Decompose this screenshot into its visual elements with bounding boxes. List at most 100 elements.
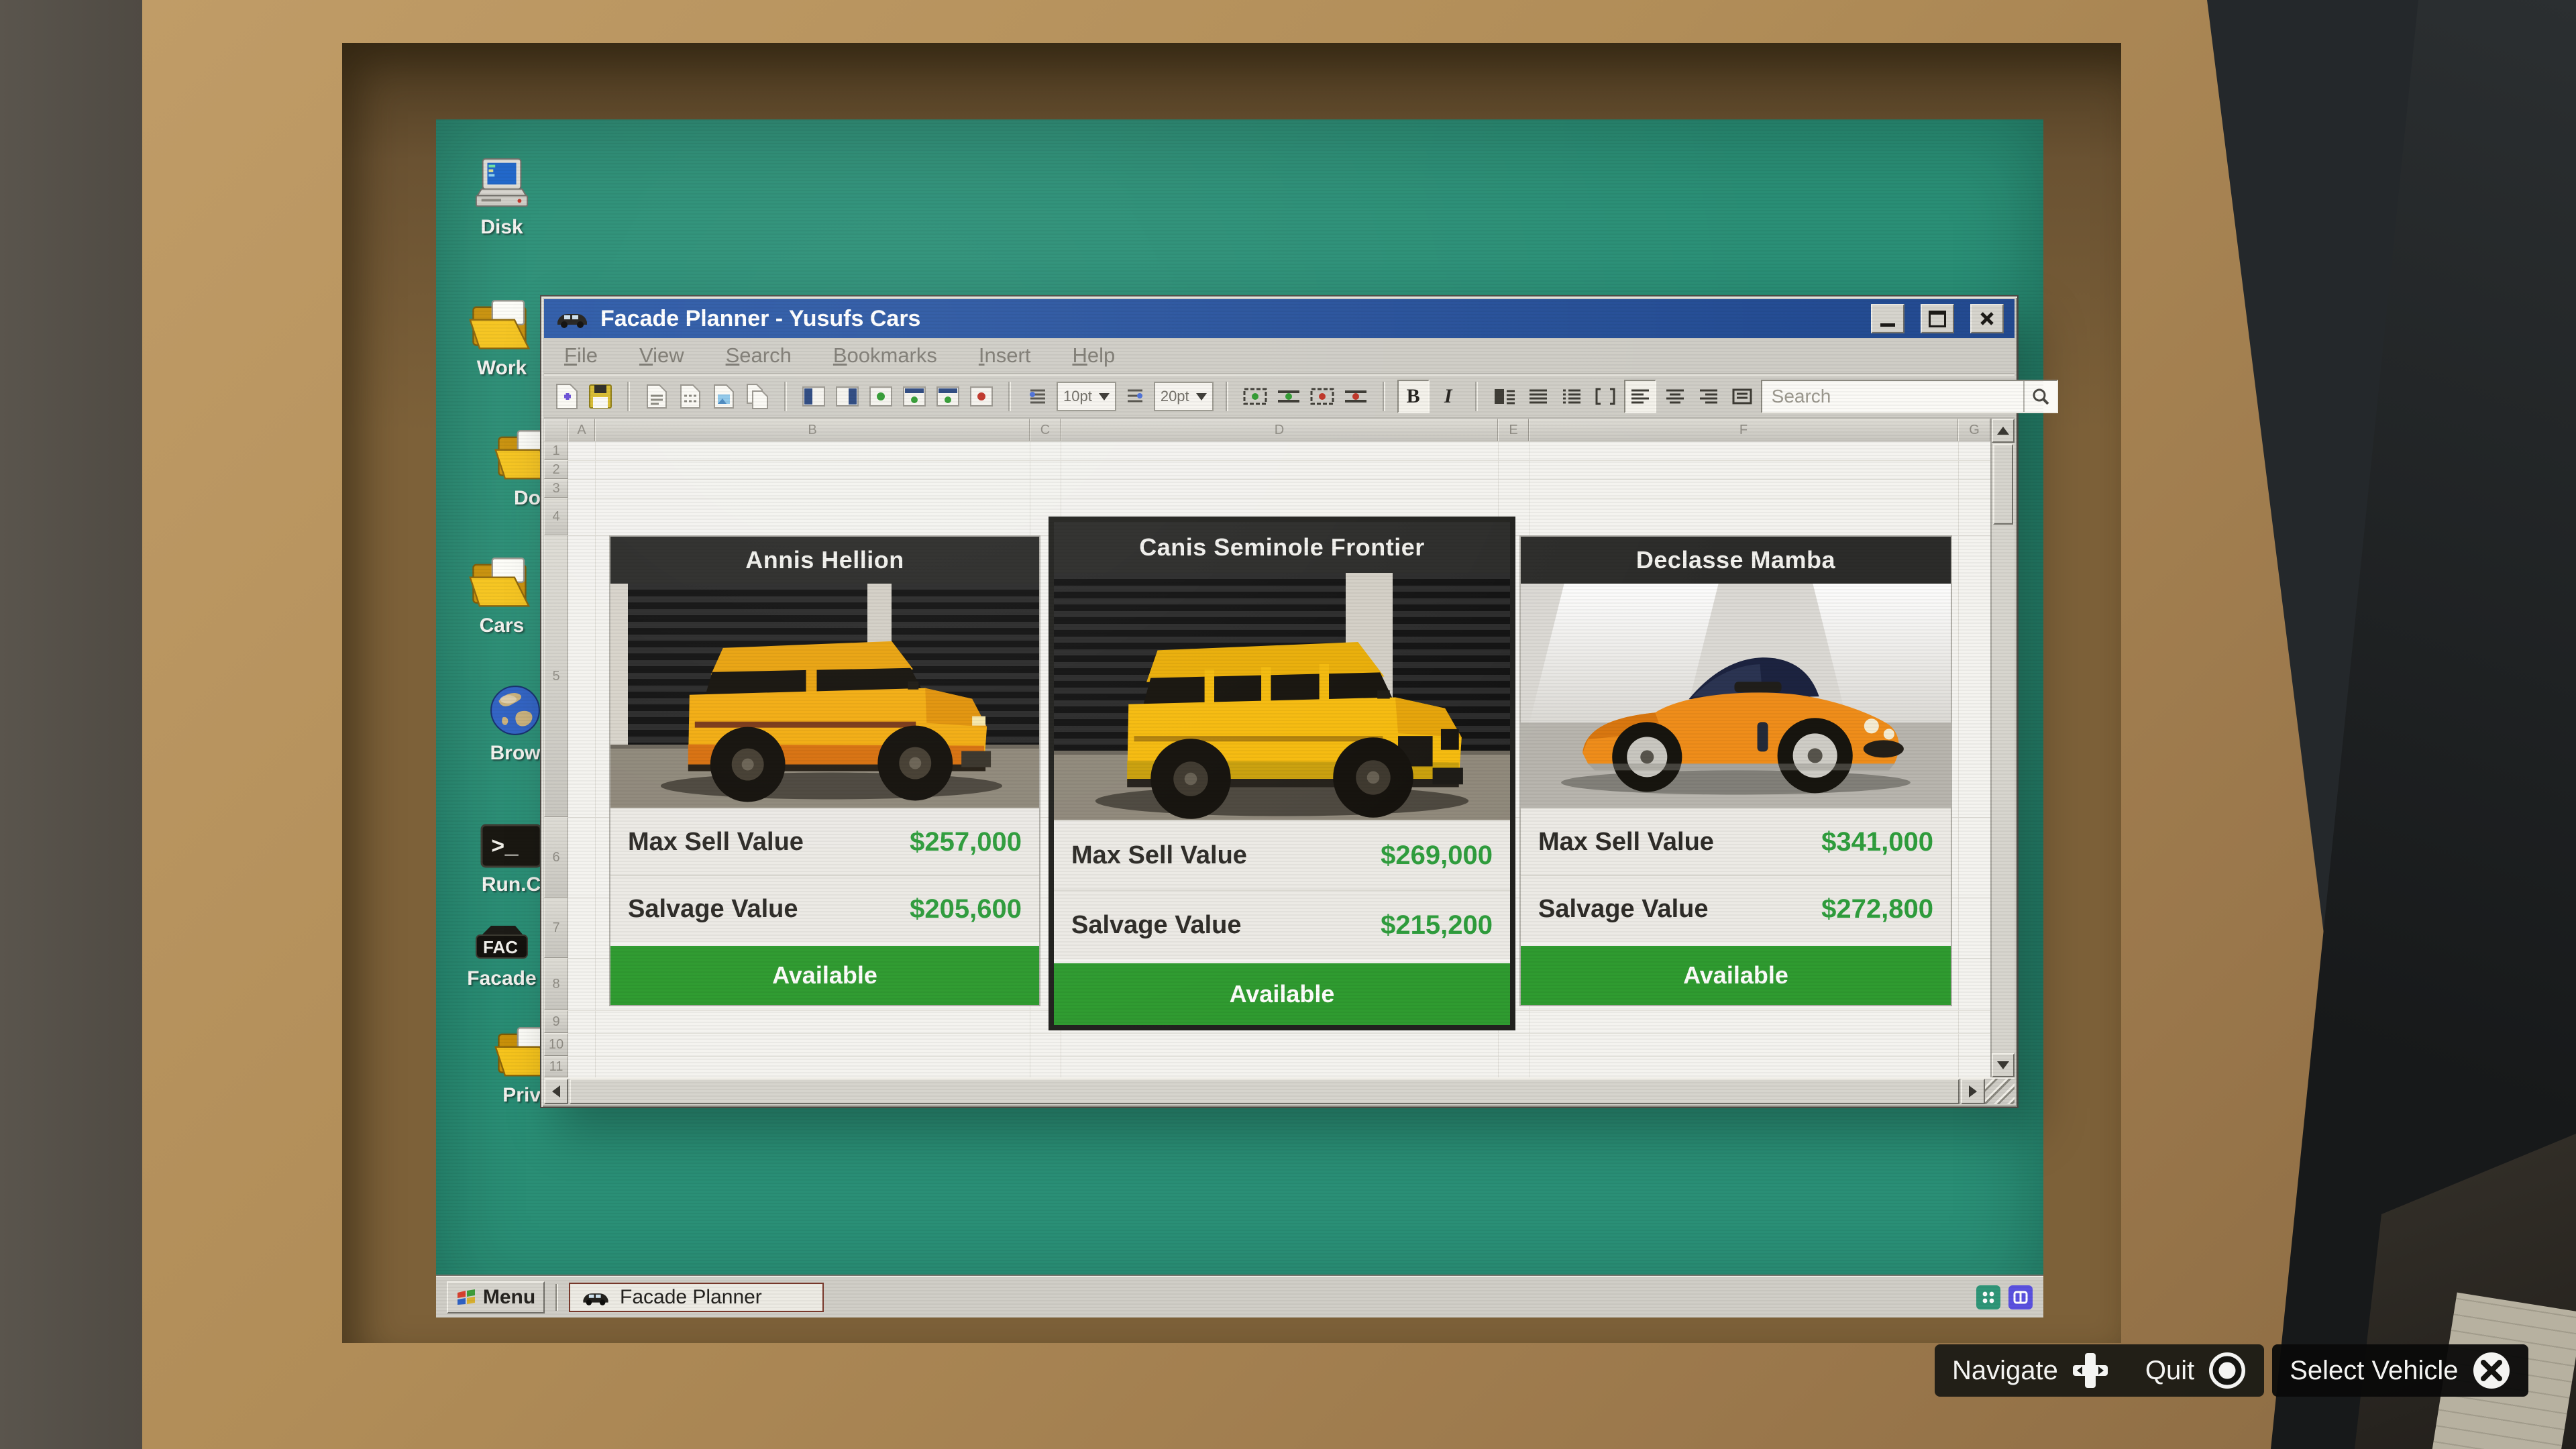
window-close-icon[interactable]: [967, 381, 996, 412]
column-header[interactable]: G: [1958, 419, 1990, 441]
delete-column-icon[interactable]: [1341, 381, 1371, 412]
tray-status-icon[interactable]: [1976, 1285, 2000, 1309]
availability-button[interactable]: Available: [1521, 946, 1951, 1005]
menu-bar: File View Search Bookmarks Insert Help: [544, 338, 2015, 374]
column-header[interactable]: A: [568, 419, 595, 441]
save-icon[interactable]: [586, 381, 615, 412]
vertical-scroll-thumb[interactable]: [1993, 444, 2013, 525]
close-button[interactable]: [1970, 304, 2004, 333]
row-header[interactable]: 7: [544, 898, 568, 958]
align-center-icon[interactable]: [1660, 381, 1690, 412]
column-header[interactable]: E: [1498, 419, 1529, 441]
italic-label: I: [1444, 385, 1452, 407]
align-right-icon[interactable]: [1694, 381, 1723, 412]
desktop-icon-label: Facade: [467, 967, 537, 989]
taskbar-task-facade-planner[interactable]: Facade Planner: [569, 1283, 824, 1312]
menu-item-help[interactable]: Help: [1072, 343, 1115, 368]
max-sell-row: Max Sell Value $269,000: [1054, 820, 1510, 890]
italic-button[interactable]: I: [1434, 381, 1463, 412]
image-document-icon[interactable]: [709, 381, 739, 412]
copy-icon[interactable]: [743, 381, 772, 412]
row-header[interactable]: 10: [544, 1033, 568, 1056]
vehicle-illustration: [1095, 642, 1469, 819]
vehicle-card-canis-seminole-frontier[interactable]: Canis Seminole Frontier Max Sell Value $…: [1049, 517, 1515, 1030]
row-header[interactable]: 6: [544, 817, 568, 898]
row-header[interactable]: 11: [544, 1056, 568, 1077]
desktop-icon-work[interactable]: Work: [460, 294, 543, 380]
desktop-icon-label: Cars: [479, 614, 525, 637]
column-header[interactable]: C: [1030, 419, 1061, 441]
row-header[interactable]: 4: [544, 498, 568, 535]
menu-item-search[interactable]: Search: [726, 343, 792, 368]
column-header[interactable]: F: [1529, 419, 1958, 441]
vehicle-card-annis-hellion[interactable]: Annis Hellion Max Sell Value $257,000 Sa…: [609, 535, 1040, 1006]
row-header[interactable]: 5: [544, 535, 568, 817]
text-document-icon[interactable]: [642, 381, 672, 412]
vehicle-card-declasse-mamba[interactable]: Declasse Mamba Max Sell Value $341,000 S…: [1519, 535, 1952, 1006]
search-button[interactable]: [2023, 381, 2057, 412]
availability-button[interactable]: Available: [1054, 963, 1510, 1025]
salvage-label: Salvage Value: [1071, 910, 1242, 939]
window-add-icon[interactable]: [933, 381, 963, 412]
corner-cell[interactable]: [544, 419, 568, 441]
title-bar[interactable]: Facade Planner - Yusufs Cars: [544, 299, 2015, 338]
spreadsheet[interactable]: 1 2 3 4 5 6 7 8 9 10 11 Annis Hellion Ma…: [544, 441, 1990, 1077]
brackets-icon[interactable]: [1591, 381, 1620, 412]
window-new-icon[interactable]: [866, 381, 896, 412]
vertical-scrollbar[interactable]: [1990, 419, 2015, 1077]
new-document-icon[interactable]: [552, 381, 582, 412]
column-header[interactable]: D: [1061, 419, 1498, 441]
tray-display-icon[interactable]: [2008, 1285, 2033, 1309]
column-header[interactable]: B: [595, 419, 1030, 441]
block-list-icon[interactable]: [1490, 381, 1519, 412]
maximize-button[interactable]: [1921, 304, 1954, 333]
menu-item-bookmarks[interactable]: Bookmarks: [833, 343, 937, 368]
horizontal-scrollbar[interactable]: [544, 1077, 2015, 1104]
delete-row-icon[interactable]: [1307, 381, 1337, 412]
numbered-list-icon[interactable]: [1557, 381, 1587, 412]
desktop-icon-facade[interactable]: Facade: [460, 904, 543, 990]
resize-grip[interactable]: [1985, 1079, 2015, 1104]
menu-item-insert[interactable]: Insert: [979, 343, 1031, 368]
close-icon: [1980, 312, 1994, 325]
insert-row-icon[interactable]: [1240, 381, 1270, 412]
vehicle-name: Declasse Mamba: [1521, 537, 1951, 584]
insert-column-icon[interactable]: [1274, 381, 1303, 412]
desktop-icon-cars[interactable]: Cars: [460, 551, 543, 637]
row-header[interactable]: 8: [544, 958, 568, 1010]
salvage-row: Salvage Value $205,600: [610, 875, 1039, 942]
toolbar-separator: [784, 382, 787, 411]
row-header[interactable]: 9: [544, 1010, 568, 1033]
scroll-left-button[interactable]: [544, 1079, 568, 1104]
scroll-right-button[interactable]: [1961, 1079, 1985, 1104]
row-header[interactable]: 2: [544, 460, 568, 479]
search-input[interactable]: [1762, 386, 2023, 407]
salvage-label: Salvage Value: [1538, 894, 1709, 923]
row-header[interactable]: 3: [544, 479, 568, 498]
window-open-icon[interactable]: [900, 381, 929, 412]
computer-icon: [460, 153, 543, 211]
minimize-button[interactable]: [1871, 304, 1904, 333]
panel-right-icon[interactable]: [833, 381, 862, 412]
font-size-small-select[interactable]: 10pt: [1057, 382, 1116, 411]
gamepad-hud: Navigate Quit Select Vehicle: [1935, 1344, 2528, 1397]
scroll-up-button[interactable]: [1992, 419, 2015, 443]
gridline: [568, 1056, 1990, 1057]
room-wall: [0, 0, 142, 1449]
horizontal-scroll-thumb[interactable]: [570, 1079, 1960, 1104]
row-header[interactable]: 1: [544, 441, 568, 460]
scroll-down-button[interactable]: [1992, 1053, 2015, 1077]
desktop-icon-disk[interactable]: Disk: [460, 153, 543, 239]
menu-item-file[interactable]: File: [564, 343, 598, 368]
align-left-icon[interactable]: [1623, 380, 1656, 413]
availability-button[interactable]: Available: [610, 946, 1039, 1005]
font-size-large-select[interactable]: 20pt: [1153, 382, 1214, 411]
list-icon[interactable]: [1523, 381, 1553, 412]
start-menu-button[interactable]: Menu: [447, 1281, 545, 1313]
font-size-large-value: 20pt: [1160, 388, 1189, 405]
panel-left-icon[interactable]: [799, 381, 828, 412]
draft-document-icon[interactable]: [676, 381, 705, 412]
menu-item-view[interactable]: View: [639, 343, 684, 368]
bold-button[interactable]: B: [1397, 380, 1430, 413]
justify-icon[interactable]: [1727, 381, 1757, 412]
